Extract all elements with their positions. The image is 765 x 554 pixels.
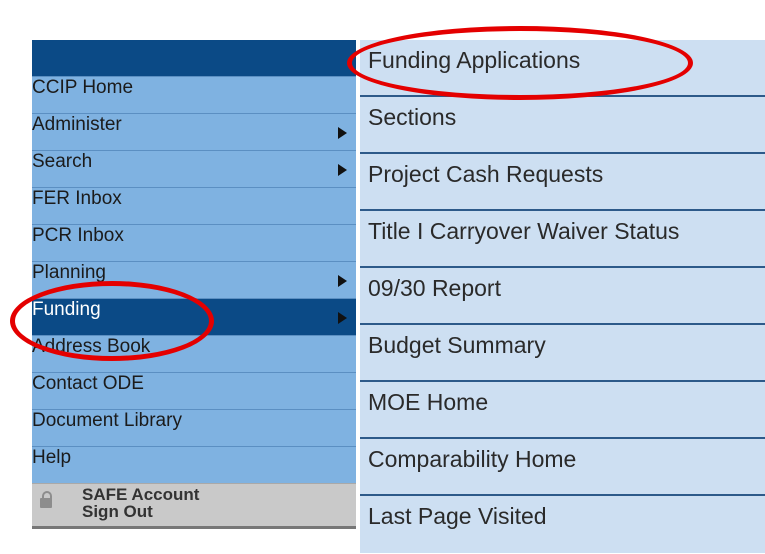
menu-item-label: Document Library (32, 410, 182, 431)
submenu-item-budget-summary[interactable]: Budget Summary (360, 325, 765, 382)
safe-line-2: Sign Out (82, 502, 153, 521)
menu-item-ccip-home[interactable]: CCIP Home (32, 76, 356, 113)
menu-item-document-library[interactable]: Document Library (32, 409, 356, 446)
menu-item-search[interactable]: Search (32, 150, 356, 187)
menu-item-label: Search (32, 151, 93, 172)
menu-item-label: PCR Inbox (32, 225, 124, 246)
menu-item-label: CCIP Home (32, 77, 134, 98)
submenu-item-label: Budget Summary (368, 332, 546, 358)
highlight-oval-funding-applications (347, 26, 693, 100)
submenu-item-moe-home[interactable]: MOE Home (360, 382, 765, 439)
menu-item-contact-ode[interactable]: Contact ODE (32, 372, 356, 409)
funding-submenu: Funding Applications Sections Project Ca… (360, 40, 765, 553)
submenu-arrow-icon (338, 275, 347, 287)
menu-item-label: Contact ODE (32, 373, 144, 394)
submenu-item-project-cash-requests[interactable]: Project Cash Requests (360, 154, 765, 211)
menu-item-pcr-inbox[interactable]: PCR Inbox (32, 224, 356, 261)
submenu-item-0930-report[interactable]: 09/30 Report (360, 268, 765, 325)
safe-account-sign-out[interactable]: SAFE Account Sign Out (32, 483, 356, 529)
submenu-item-label: MOE Home (368, 389, 489, 415)
submenu-item-label: Sections (368, 104, 457, 130)
menu-item-label: Planning (32, 262, 106, 283)
menu-header-bar (32, 40, 356, 76)
submenu-arrow-icon (338, 127, 347, 139)
menu-item-fer-inbox[interactable]: FER Inbox (32, 187, 356, 224)
menu-item-label: Help (32, 447, 72, 468)
submenu-item-sections[interactable]: Sections (360, 97, 765, 154)
submenu-item-label: Title I Carryover Waiver Status (368, 218, 680, 244)
highlight-oval-funding (10, 281, 214, 361)
submenu-item-label: Comparability Home (368, 446, 577, 472)
safe-line-1: SAFE Account (82, 485, 200, 504)
submenu-item-label: 09/30 Report (368, 275, 501, 301)
submenu-item-label: Project Cash Requests (368, 161, 604, 187)
menu-item-label: FER Inbox (32, 188, 122, 209)
submenu-item-label: Last Page Visited (368, 503, 547, 529)
safe-account-label: SAFE Account Sign Out (82, 486, 302, 520)
submenu-item-comparability-home[interactable]: Comparability Home (360, 439, 765, 496)
menu-item-help[interactable]: Help (32, 446, 356, 483)
menu-item-administer[interactable]: Administer (32, 113, 356, 150)
submenu-arrow-icon (338, 164, 347, 176)
submenu-arrow-icon (338, 312, 347, 324)
submenu-item-title-i-carryover-waiver-status[interactable]: Title I Carryover Waiver Status (360, 211, 765, 268)
lock-icon (40, 491, 52, 508)
submenu-item-last-page-visited[interactable]: Last Page Visited (360, 496, 765, 553)
menu-item-label: Administer (32, 114, 122, 135)
